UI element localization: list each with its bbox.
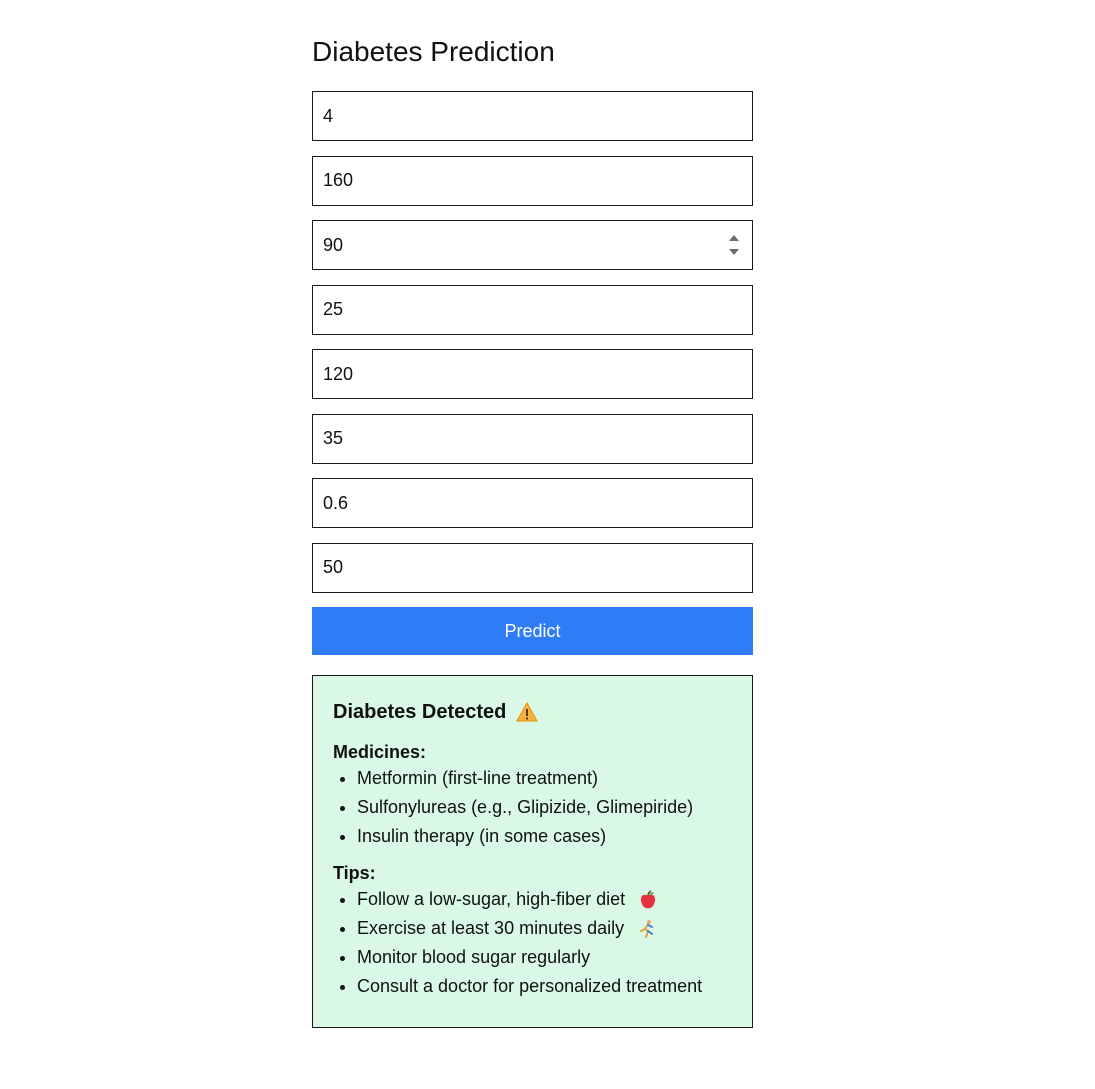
list-item: Exercise at least 30 minutes daily (357, 914, 732, 943)
list-item: Sulfonylureas (e.g., Glipizide, Glimepir… (357, 793, 732, 822)
list-item: Follow a low-sugar, high-fiber diet (357, 885, 732, 914)
field-8-input[interactable] (313, 543, 752, 592)
field-2-input[interactable] (313, 156, 752, 205)
field-4[interactable] (312, 284, 753, 335)
number-spinner[interactable] (729, 235, 739, 255)
field-5[interactable] (312, 349, 753, 399)
warning-icon (516, 702, 539, 722)
field-3[interactable] (312, 220, 753, 270)
field-2[interactable] (312, 155, 753, 206)
field-6-input[interactable] (313, 414, 752, 463)
list-item: Monitor blood sugar regularly (357, 943, 732, 972)
field-7-input[interactable] (313, 479, 752, 527)
field-6[interactable] (312, 413, 753, 464)
tips-list: Follow a low-sugar, high-fiber diet Exer… (333, 885, 732, 1001)
medicines-label: Medicines: (333, 742, 427, 762)
field-1[interactable] (312, 91, 753, 141)
list-item: Insulin therapy (in some cases) (357, 822, 732, 851)
tip-text: Follow a low-sugar, high-fiber diet (357, 889, 626, 909)
tips-label: Tips: (333, 863, 376, 883)
field-7[interactable] (312, 478, 753, 528)
runner-icon (640, 920, 654, 939)
field-3-input[interactable] (313, 221, 752, 269)
field-8[interactable] (312, 542, 753, 593)
spin-down-icon[interactable] (729, 249, 739, 255)
list-item: Metformin (first-line treatment) (357, 764, 732, 793)
field-5-input[interactable] (313, 350, 752, 398)
list-item: Consult a doctor for personalized treatm… (357, 972, 732, 1001)
prediction-container: Diabetes Prediction Predict Diabetes Det… (312, 0, 753, 1028)
result-heading: Diabetes Detected (333, 698, 732, 726)
apple-icon (641, 890, 656, 909)
medicines-list: Metformin (first-line treatment) Sulfony… (333, 764, 732, 851)
page-title: Diabetes Prediction (312, 36, 555, 67)
field-4-input[interactable] (313, 285, 752, 334)
field-1-input[interactable] (313, 92, 752, 140)
predict-button[interactable]: Predict (312, 607, 753, 655)
result-heading-text: Diabetes Detected (333, 701, 507, 723)
tip-text: Exercise at least 30 minutes daily (357, 918, 625, 938)
spin-up-icon[interactable] (729, 235, 739, 241)
result-panel: Diabetes Detected Medicines: Metformin (… (312, 675, 753, 1028)
